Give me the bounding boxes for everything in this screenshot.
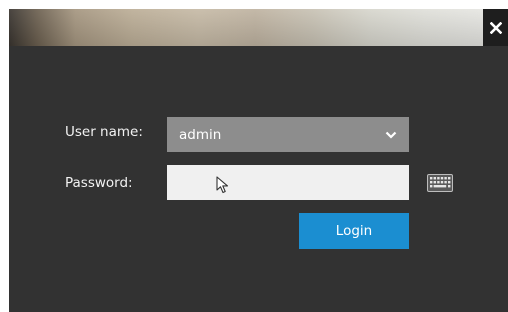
password-field[interactable] xyxy=(167,165,409,200)
username-value: admin xyxy=(179,126,222,143)
username-select[interactable]: admin xyxy=(167,117,409,152)
keyboard-icon[interactable] xyxy=(427,174,453,192)
chevron-down-icon xyxy=(385,131,397,139)
close-icon xyxy=(489,21,502,34)
password-label: Password: xyxy=(65,175,133,191)
login-button[interactable]: Login xyxy=(299,213,409,249)
header-banner-image xyxy=(9,9,483,46)
username-label: User name: xyxy=(65,124,143,140)
close-button[interactable] xyxy=(483,9,508,46)
login-dialog: User name: admin Password: Login xyxy=(9,9,508,312)
